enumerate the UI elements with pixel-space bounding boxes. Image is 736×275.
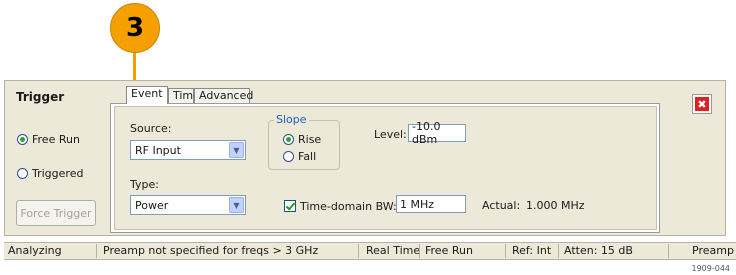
level-input[interactable]: -10.0 dBm <box>408 120 466 146</box>
force-trigger-button[interactable]: Force Trigger <box>16 200 96 226</box>
type-label: Type: <box>130 178 159 191</box>
rise-radio[interactable]: Rise <box>283 132 321 146</box>
panel-title: Trigger <box>16 90 65 104</box>
time-domain-bw-label: Time-domain BW: <box>300 199 397 213</box>
radio-button <box>17 167 28 179</box>
status-divider <box>96 244 97 258</box>
tab-event[interactable]: Event <box>126 86 168 104</box>
radio-button <box>283 150 294 162</box>
actual-value: 1.000 MHz <box>526 199 585 212</box>
type-dropdown[interactable]: Power ▼ <box>130 195 246 215</box>
free-run-label: Free Run <box>32 132 80 146</box>
source-dropdown[interactable]: RF Input ▼ <box>130 140 246 160</box>
close-button[interactable]: ✖ <box>692 94 712 114</box>
fall-label: Fall <box>298 149 317 163</box>
tab-advanced[interactable]: Advanced <box>194 88 253 104</box>
checkbox-checked <box>284 200 296 212</box>
status-divider <box>558 244 559 258</box>
radio-button-selected <box>283 133 294 145</box>
tab-time[interactable]: Time <box>168 88 200 104</box>
status-divider <box>668 244 669 258</box>
close-x-icon: ✖ <box>695 97 709 111</box>
status-acquisition: Real Time <box>366 244 421 257</box>
callout-badge: 3 <box>110 3 160 53</box>
status-divider <box>505 244 506 258</box>
status-reference: Ref: Int <box>512 244 552 257</box>
status-state: Analyzing <box>8 244 62 257</box>
level-label: Level: <box>374 128 407 141</box>
time-domain-bw-input[interactable]: 1 MHz <box>396 195 466 213</box>
status-attenuation: Atten: 15 dB <box>564 244 633 257</box>
triggered-label: Triggered <box>32 166 84 180</box>
callout-number: 3 <box>125 13 145 43</box>
status-divider <box>419 244 420 258</box>
triggered-radio[interactable]: Triggered <box>17 166 83 180</box>
status-preamp: Preamp <box>692 244 734 257</box>
status-trigger: Free Run <box>425 244 473 257</box>
actual-label: Actual: <box>482 199 521 212</box>
source-value: RF Input <box>135 143 181 157</box>
chevron-down-icon[interactable]: ▼ <box>229 142 244 158</box>
type-value: Power <box>135 198 169 212</box>
rise-label: Rise <box>298 132 322 146</box>
figure-id: 1909-044 <box>691 264 730 273</box>
status-message: Preamp not specified for freqs > 3 GHz <box>103 244 319 257</box>
free-run-radio[interactable]: Free Run <box>17 132 80 146</box>
time-domain-bw-checkbox[interactable]: Time-domain BW: <box>284 199 397 213</box>
status-divider <box>358 244 359 258</box>
fall-radio[interactable]: Fall <box>283 149 316 163</box>
chevron-down-icon[interactable]: ▼ <box>229 197 244 213</box>
source-label: Source: <box>130 122 172 135</box>
radio-button-selected <box>17 133 28 145</box>
slope-legend: Slope <box>274 113 309 126</box>
